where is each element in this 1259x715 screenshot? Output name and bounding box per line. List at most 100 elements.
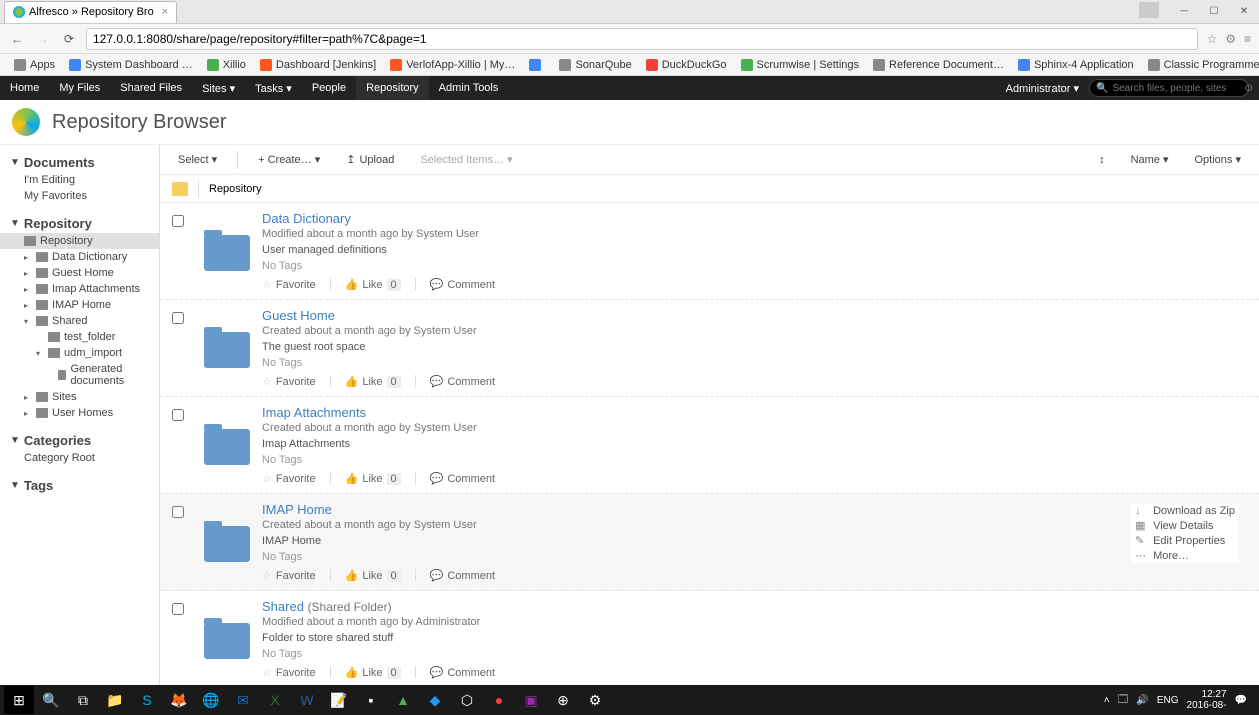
favorite-button[interactable]: ☆Favorite (262, 569, 316, 582)
breadcrumb-root[interactable]: Repository (209, 183, 262, 195)
app-icon[interactable]: ⊕ (548, 686, 578, 714)
sidebar-tree-item[interactable]: ▸Guest Home (0, 265, 159, 281)
comment-button[interactable]: 💬Comment (430, 666, 495, 679)
selected-items-button[interactable]: Selected Items… ▾ (414, 150, 518, 169)
folder-title[interactable]: Data Dictionary (262, 211, 1247, 226)
folder-title[interactable]: Shared (Shared Folder) (262, 599, 1247, 614)
notepad-icon[interactable]: 📝 (324, 686, 354, 714)
bookmark-item[interactable]: Dashboard [Jenkins] (254, 57, 382, 73)
close-button[interactable]: ✕ (1229, 2, 1259, 22)
bookmark-item[interactable]: System Dashboard … (63, 57, 199, 73)
menu-icon[interactable]: ≡ (1244, 32, 1251, 46)
sidebar-documents-header[interactable]: ▼Documents (0, 153, 159, 172)
comment-button[interactable]: 💬Comment (430, 472, 495, 485)
chrome-user-badge[interactable] (1139, 2, 1159, 18)
system-tray[interactable]: ˄ 🗔 🔊 ENG 12:27 2016-08- 💬 (1104, 689, 1255, 711)
volume-icon[interactable]: 🔊 (1136, 695, 1148, 706)
bookmark-item[interactable] (523, 57, 551, 73)
reload-button[interactable]: ⟳ (60, 30, 78, 48)
clock[interactable]: 12:27 2016-08- (1187, 689, 1227, 711)
bookmark-item[interactable]: SonarQube (553, 57, 637, 73)
app-icon[interactable]: ◆ (420, 686, 450, 714)
options-button[interactable]: Options ▾ (1189, 150, 1248, 169)
nav-tasks[interactable]: Tasks ▾ (245, 76, 302, 100)
maximize-button[interactable]: ☐ (1199, 2, 1229, 22)
app-icon[interactable]: ⚙ (580, 686, 610, 714)
file-explorer-icon[interactable]: 📁 (100, 686, 130, 714)
task-view-button[interactable]: ⧉ (68, 686, 98, 714)
folder-title[interactable]: Guest Home (262, 308, 1247, 323)
search-advanced-icon[interactable]: ⊙ (1244, 83, 1252, 94)
bookmark-item[interactable]: Scrumwise | Settings (735, 57, 866, 73)
folder-icon[interactable] (204, 526, 250, 562)
app-icon[interactable]: ▣ (516, 686, 546, 714)
nav-sites[interactable]: Sites ▾ (192, 76, 245, 100)
word-icon[interactable]: W (292, 686, 322, 714)
tray-chevron-icon[interactable]: ˄ (1104, 695, 1110, 706)
terminal-icon[interactable]: ▪ (356, 686, 386, 714)
notifications-icon[interactable]: 💬 (1235, 695, 1247, 706)
folder-icon[interactable] (204, 429, 250, 465)
favorite-button[interactable]: ☆Favorite (262, 375, 316, 388)
sidebar-tree-item[interactable]: Generated documents (0, 361, 159, 389)
folder-row[interactable]: Imap Attachments Created about a month a… (160, 397, 1259, 494)
minimize-button[interactable]: ─ (1169, 2, 1199, 22)
comment-button[interactable]: 💬Comment (430, 569, 495, 582)
hover-action[interactable]: ✎Edit Properties (1131, 533, 1239, 548)
bookmark-item[interactable]: Sphinx-4 Application (1012, 57, 1140, 73)
navigate-up-icon[interactable] (172, 182, 188, 196)
firefox-icon[interactable]: 🦊 (164, 686, 194, 714)
bookmark-item[interactable]: Xillio (201, 57, 252, 73)
row-checkbox[interactable] (172, 409, 184, 421)
browser-tab[interactable]: Alfresco » Repository Bro × (4, 1, 177, 23)
bookmark-item[interactable]: VerlofApp-Xillio | My… (384, 57, 521, 73)
url-input[interactable] (86, 28, 1198, 50)
sidebar-categories-header[interactable]: ▼Categories (0, 431, 159, 450)
folder-row[interactable]: Data Dictionary Modified about a month a… (160, 203, 1259, 300)
sidebar-tree-item[interactable]: ▸Data Dictionary (0, 249, 159, 265)
row-checkbox[interactable] (172, 506, 184, 518)
nav-home[interactable]: Home (0, 76, 49, 100)
sort-field-button[interactable]: Name ▾ (1125, 150, 1175, 169)
folder-icon[interactable] (204, 235, 250, 271)
sidebar-my-favorites[interactable]: My Favorites (0, 188, 159, 204)
hover-action[interactable]: ▦View Details (1131, 518, 1239, 533)
comment-button[interactable]: 💬Comment (430, 278, 495, 291)
folder-title[interactable]: IMAP Home (262, 502, 1247, 517)
tab-close-icon[interactable]: × (162, 6, 168, 18)
forward-button[interactable]: → (34, 30, 52, 48)
sidebar-category-root[interactable]: Category Root (0, 450, 159, 466)
folder-row[interactable]: Shared (Shared Folder) Modified about a … (160, 591, 1259, 685)
settings-icon[interactable]: ⚙ (1225, 32, 1236, 46)
app-icon[interactable]: ● (484, 686, 514, 714)
user-menu[interactable]: Administrator ▾ (996, 76, 1089, 100)
folder-list[interactable]: Data Dictionary Modified about a month a… (160, 203, 1259, 685)
hover-action[interactable]: ↓Download as Zip (1131, 504, 1239, 518)
folder-icon[interactable] (204, 623, 250, 659)
select-button[interactable]: Select ▾ (172, 150, 223, 169)
comment-button[interactable]: 💬Comment (430, 375, 495, 388)
row-checkbox[interactable] (172, 603, 184, 615)
search-input[interactable] (1112, 83, 1244, 94)
start-button[interactable]: ⊞ (4, 686, 34, 714)
nav-repository[interactable]: Repository (356, 76, 429, 100)
search-task-button[interactable]: 🔍 (36, 686, 66, 714)
folder-icon[interactable] (204, 332, 250, 368)
sidebar-repository-root[interactable]: Repository (0, 233, 159, 249)
nav-my-files[interactable]: My Files (49, 76, 110, 100)
network-icon[interactable]: 🗔 (1118, 692, 1129, 709)
row-checkbox[interactable] (172, 215, 184, 227)
sidebar-tree-item[interactable]: ▸User Homes (0, 405, 159, 421)
sidebar-tree-item[interactable]: ▸Imap Attachments (0, 281, 159, 297)
sort-direction-button[interactable]: ↕ (1093, 151, 1111, 169)
folder-row[interactable]: Guest Home Created about a month ago by … (160, 300, 1259, 397)
favorite-button[interactable]: ☆Favorite (262, 278, 316, 291)
skype-icon[interactable]: S (132, 686, 162, 714)
hover-action[interactable]: ⋯More… (1131, 548, 1239, 563)
folder-row[interactable]: IMAP Home Created about a month ago by S… (160, 494, 1259, 591)
favorite-button[interactable]: ☆Favorite (262, 666, 316, 679)
global-search[interactable]: 🔍 ⊙ (1089, 79, 1249, 97)
upload-button[interactable]: ↥Upload (340, 150, 400, 169)
bookmark-item[interactable]: Reference Document… (867, 57, 1010, 73)
bookmark-item[interactable]: Classic Programmer (1142, 57, 1259, 73)
